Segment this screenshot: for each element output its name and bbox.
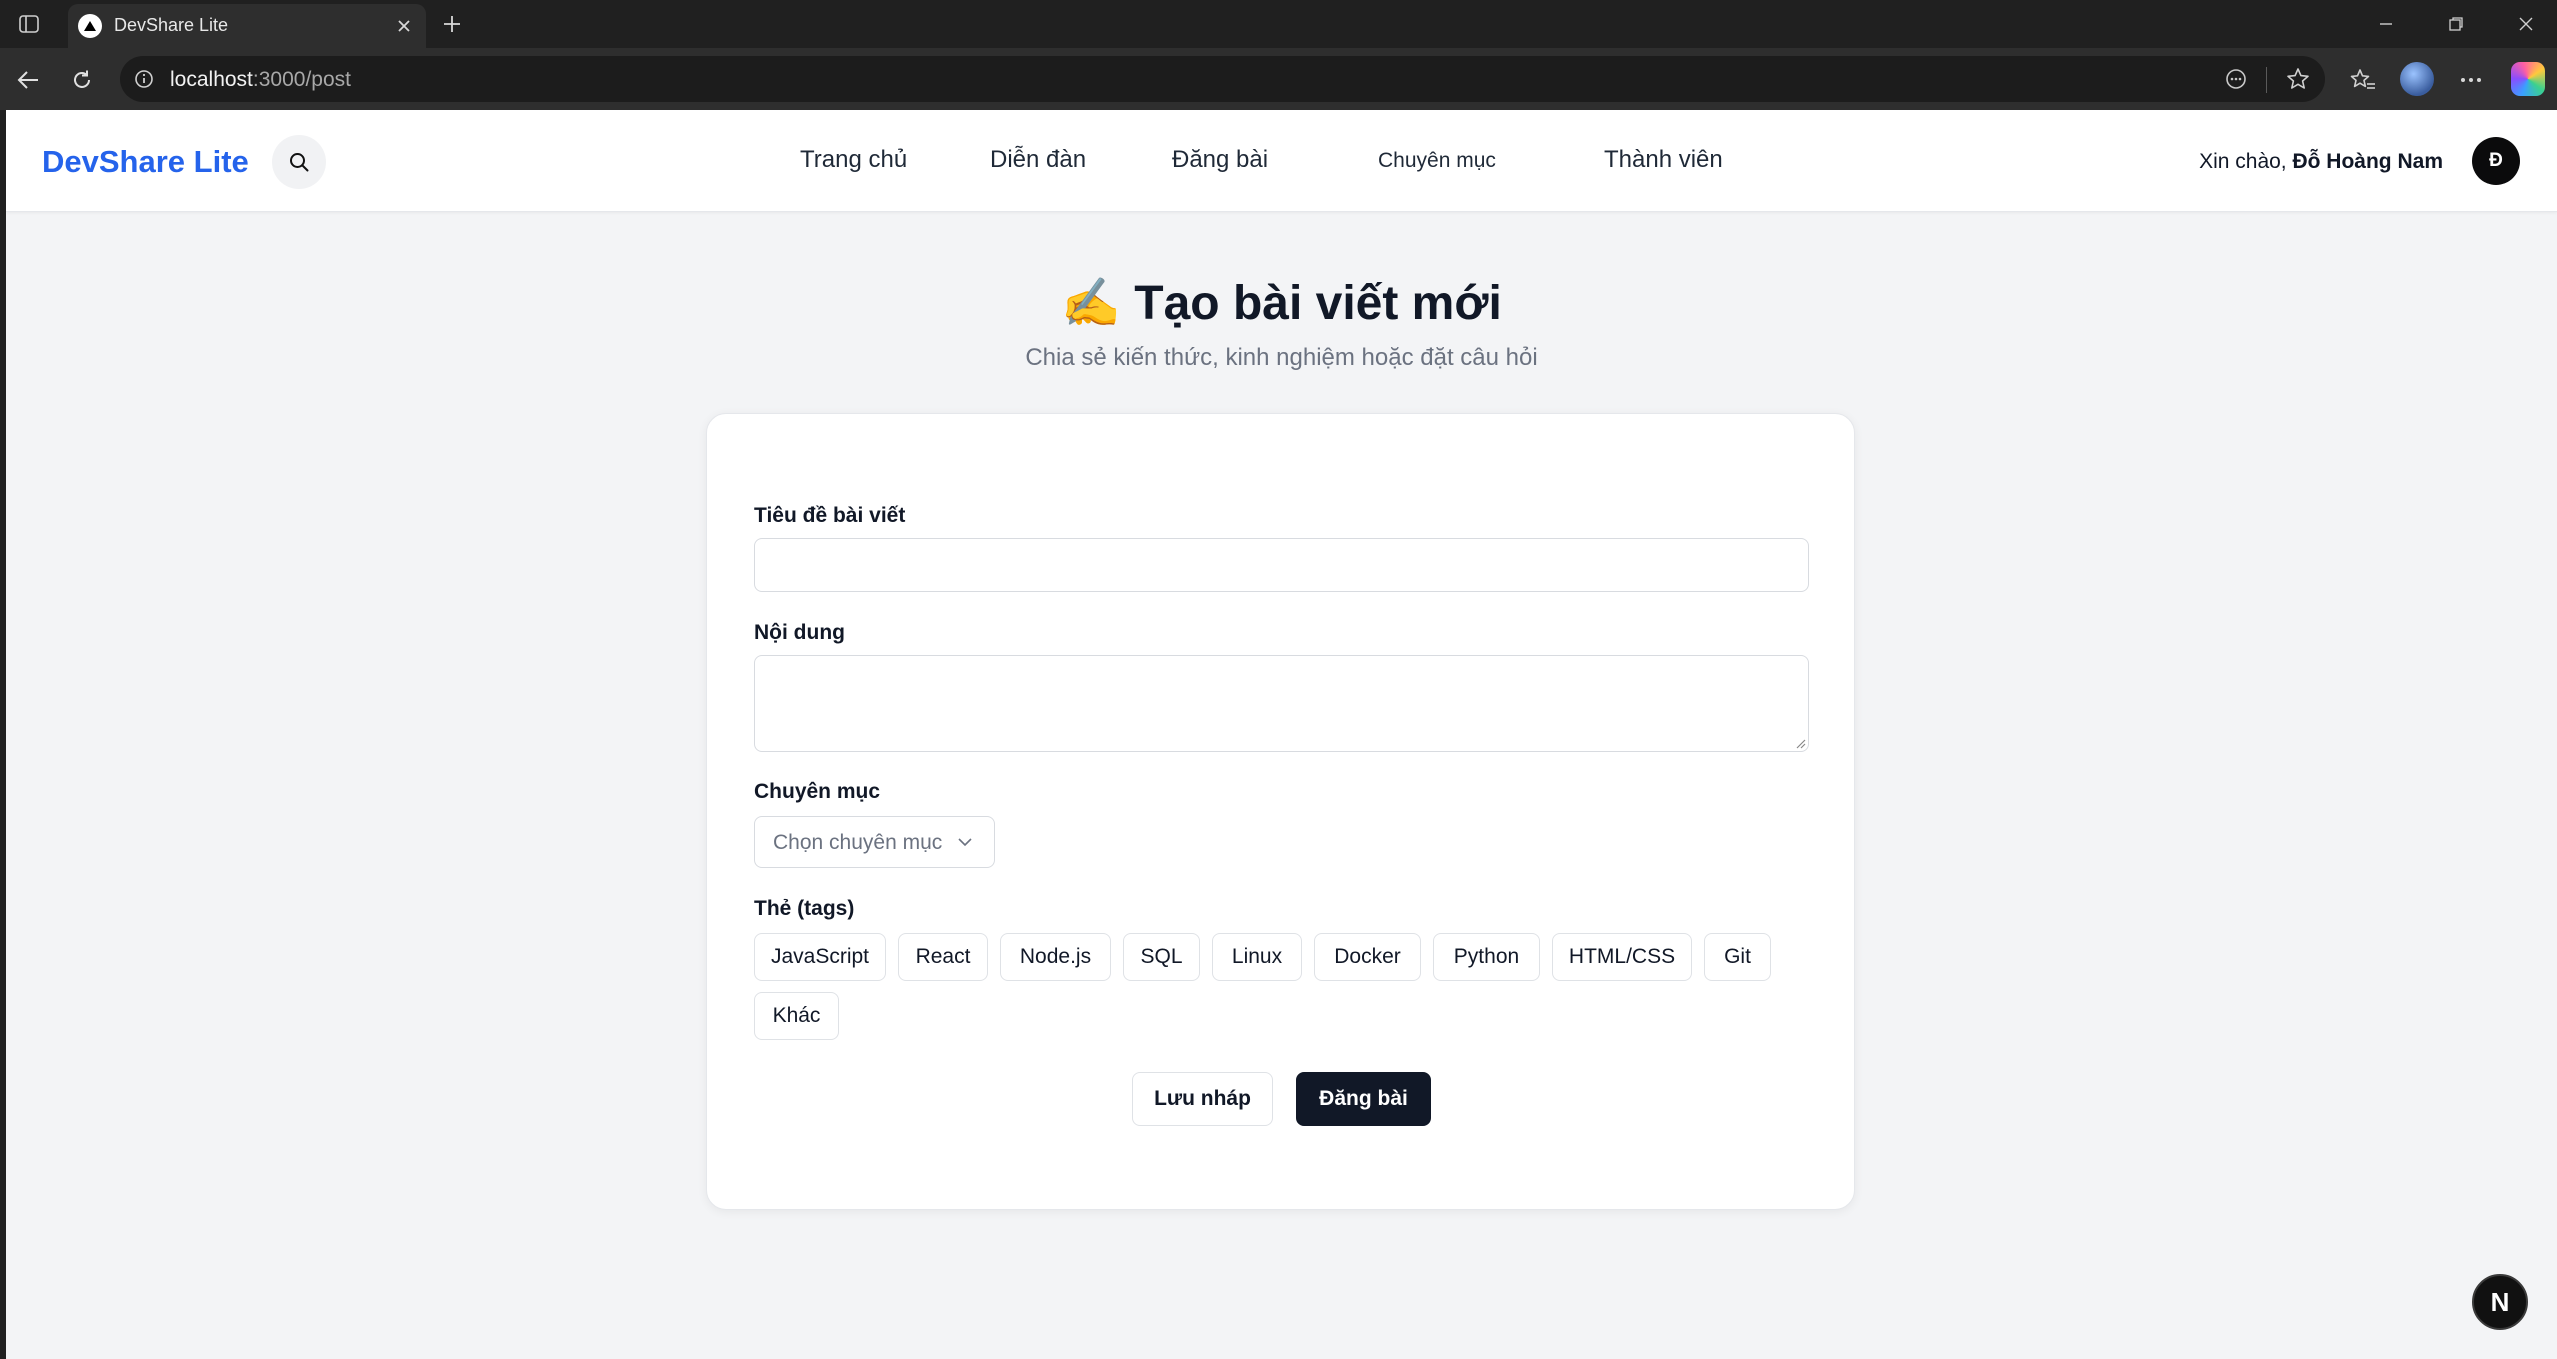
tag-nodejs[interactable]: Node.js bbox=[1000, 933, 1111, 981]
sidebar-toggle-icon[interactable] bbox=[14, 10, 44, 38]
browser-toolbar: localhost:3000/post bbox=[0, 48, 2557, 110]
user-avatar[interactable]: Đ bbox=[2472, 137, 2520, 185]
address-bar[interactable]: localhost:3000/post bbox=[120, 56, 2325, 102]
search-button[interactable] bbox=[272, 135, 326, 189]
nav-categories[interactable]: Chuyên mục bbox=[1378, 149, 1496, 173]
greeting-prefix: Xin chào, bbox=[2199, 150, 2293, 173]
tag-other[interactable]: Khác bbox=[754, 992, 839, 1040]
publish-button[interactable]: Đăng bài bbox=[1296, 1072, 1431, 1126]
tag-docker[interactable]: Docker bbox=[1314, 933, 1421, 981]
page-viewport: DevShare Lite Trang chủ Diễn đàn Đăng bà… bbox=[6, 110, 2557, 1359]
profile-avatar[interactable] bbox=[2400, 62, 2434, 96]
info-icon[interactable] bbox=[130, 65, 158, 93]
tag-git[interactable]: Git bbox=[1704, 933, 1771, 981]
chevron-down-icon bbox=[954, 831, 976, 853]
title-label: Tiêu đề bài viết bbox=[754, 504, 906, 527]
content-textarea[interactable] bbox=[754, 655, 1809, 752]
nav-forum[interactable]: Diễn đàn bbox=[990, 146, 1086, 174]
page-subtitle: Chia sẻ kiến thức, kinh nghiệm hoặc đặt … bbox=[1025, 344, 1538, 371]
save-draft-button[interactable]: Lưu nháp bbox=[1132, 1072, 1273, 1126]
category-label: Chuyên mục bbox=[754, 780, 881, 803]
page-title: ✍️ Tạo bài viết mới bbox=[1061, 277, 1502, 330]
browser-tab[interactable]: DevShare Lite bbox=[68, 4, 426, 48]
favicon-icon bbox=[78, 14, 102, 38]
resize-grip-icon[interactable] bbox=[1794, 737, 1806, 749]
content-label: Nội dung bbox=[754, 621, 845, 644]
user-name: Đỗ Hoàng Nam bbox=[2292, 150, 2443, 173]
favorites-icon[interactable] bbox=[2347, 64, 2379, 96]
restore-icon[interactable] bbox=[2428, 6, 2484, 42]
copilot-icon[interactable] bbox=[2511, 62, 2545, 96]
browser-tab-bar: DevShare Lite bbox=[0, 0, 2557, 48]
category-select-value: Chọn chuyên mục bbox=[773, 831, 943, 854]
create-post-form: Tiêu đề bài viết Nội dung Chuyên mục Chọ… bbox=[706, 413, 1855, 1210]
site-header: DevShare Lite Trang chủ Diễn đàn Đăng bà… bbox=[6, 110, 2557, 212]
new-tab-icon[interactable] bbox=[436, 8, 468, 40]
tags-label: Thẻ (tags) bbox=[754, 897, 855, 920]
greeting: Xin chào, Đỗ Hoàng Nam bbox=[2199, 150, 2443, 174]
reading-mode-icon[interactable] bbox=[2221, 65, 2251, 93]
tag-python[interactable]: Python bbox=[1433, 933, 1540, 981]
tab-title: DevShare Lite bbox=[114, 15, 229, 35]
close-tab-icon[interactable] bbox=[390, 12, 418, 40]
address-bar-divider bbox=[2266, 67, 2267, 93]
tag-sql[interactable]: SQL bbox=[1123, 933, 1200, 981]
minimize-icon[interactable] bbox=[2358, 6, 2414, 42]
back-arrow-icon[interactable] bbox=[12, 64, 44, 96]
url-path: :3000/post bbox=[252, 68, 351, 91]
tag-javascript[interactable]: JavaScript bbox=[754, 933, 886, 981]
tag-react[interactable]: React bbox=[898, 933, 988, 981]
url-text: localhost:3000/post bbox=[170, 68, 351, 92]
url-host: localhost bbox=[170, 68, 253, 91]
tag-html-css[interactable]: HTML/CSS bbox=[1552, 933, 1692, 981]
refresh-icon[interactable] bbox=[66, 64, 98, 96]
more-icon[interactable] bbox=[2455, 64, 2487, 96]
close-window-icon[interactable] bbox=[2498, 6, 2554, 42]
nextjs-dev-badge[interactable]: N bbox=[2472, 1274, 2528, 1330]
category-select[interactable]: Chọn chuyên mục bbox=[754, 816, 995, 868]
nav-post[interactable]: Đăng bài bbox=[1172, 146, 1268, 174]
tag-linux[interactable]: Linux bbox=[1212, 933, 1302, 981]
search-icon bbox=[290, 153, 309, 172]
nav-home[interactable]: Trang chủ bbox=[800, 146, 907, 174]
title-input[interactable] bbox=[754, 538, 1809, 592]
brand-logo[interactable]: DevShare Lite bbox=[42, 144, 249, 180]
star-icon[interactable] bbox=[2283, 65, 2313, 93]
nav-members[interactable]: Thành viên bbox=[1604, 146, 1723, 174]
